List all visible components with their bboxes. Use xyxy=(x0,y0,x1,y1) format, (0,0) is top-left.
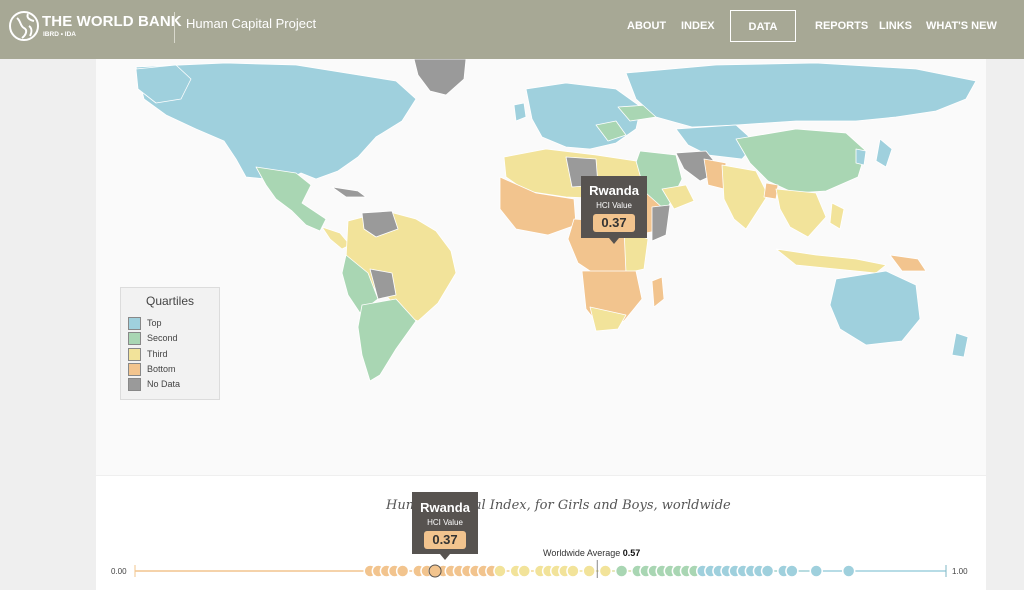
map-tooltip: Rwanda HCI Value 0.37 xyxy=(581,176,647,244)
legend-label: Top xyxy=(147,318,162,328)
map-region-somalia xyxy=(651,204,671,242)
nav-about[interactable]: ABOUT xyxy=(627,20,666,32)
map-region-greenland xyxy=(413,59,467,96)
tooltip-country: Rwanda xyxy=(420,500,470,515)
legend-label: Second xyxy=(147,333,178,343)
map-region-philippines xyxy=(829,202,845,230)
map-region-uk xyxy=(513,102,527,122)
map-region-new-zealand xyxy=(951,332,969,358)
nav-reports[interactable]: REPORTS xyxy=(815,20,868,32)
tooltip-pointer xyxy=(609,238,619,244)
project-title[interactable]: Human Capital Project xyxy=(186,16,316,31)
brand-name[interactable]: THE WORLD BANK xyxy=(42,13,182,30)
legend-label: Third xyxy=(147,349,168,359)
map-region-southeast-asia xyxy=(775,188,827,238)
chart-tooltip: Rwanda HCI Value 0.37 xyxy=(412,492,478,560)
legend-swatch xyxy=(128,317,141,330)
map-region-japan xyxy=(875,138,893,168)
map-region-australia xyxy=(829,270,921,346)
average-label-text: Worldwide Average xyxy=(543,548,621,558)
world-map[interactable] xyxy=(96,59,986,475)
world-map-panel xyxy=(96,59,986,475)
legend-label: No Data xyxy=(147,379,181,389)
brand-subtitle: IBRD • IDA xyxy=(43,31,76,38)
axis-max-label: 1.00 xyxy=(952,567,968,576)
nav-links[interactable]: LINKS xyxy=(879,20,912,32)
map-region-caribbean xyxy=(331,186,367,198)
hci-chart-panel xyxy=(96,476,986,590)
tooltip-country: Rwanda xyxy=(589,183,639,198)
nav-data[interactable]: DATA xyxy=(730,10,796,42)
tooltip-value: 0.37 xyxy=(424,531,466,549)
legend-title: Quartiles xyxy=(145,294,195,308)
legend-label: Bottom xyxy=(147,364,176,374)
nav-index[interactable]: INDEX xyxy=(681,20,715,32)
legend-swatch xyxy=(128,348,141,361)
map-region-papua xyxy=(889,254,927,272)
map-region-madagascar xyxy=(651,276,665,308)
legend-swatch xyxy=(128,363,141,376)
legend-swatch xyxy=(128,378,141,391)
top-header: THE WORLD BANK IBRD • IDA Human Capital … xyxy=(0,0,1024,59)
nav-whats-new[interactable]: WHAT'S NEW xyxy=(926,20,997,32)
legend-swatch xyxy=(128,332,141,345)
nav-data-label: DATA xyxy=(748,21,778,33)
average-value: 0.57 xyxy=(622,548,641,558)
tooltip-label: HCI Value xyxy=(427,518,463,527)
axis-min-label: 0.00 xyxy=(111,567,127,576)
tooltip-label: HCI Value xyxy=(596,201,632,210)
tooltip-value: 0.37 xyxy=(593,214,635,232)
map-region-indonesia xyxy=(775,248,887,274)
map-region-russia xyxy=(625,62,977,128)
map-region-south-america-south xyxy=(357,298,417,382)
globe-icon[interactable] xyxy=(8,10,42,44)
brand-divider xyxy=(174,12,175,43)
quartiles-legend: Quartiles Top Second Third Bottom No Dat… xyxy=(120,287,220,400)
map-region-central-america xyxy=(321,226,351,250)
map-region-bangladesh xyxy=(763,182,779,200)
worldwide-average-label: Worldwide Average 0.57 xyxy=(543,548,640,558)
tooltip-pointer xyxy=(440,554,450,560)
map-region-europe xyxy=(525,82,642,150)
map-region-korea xyxy=(855,148,867,166)
